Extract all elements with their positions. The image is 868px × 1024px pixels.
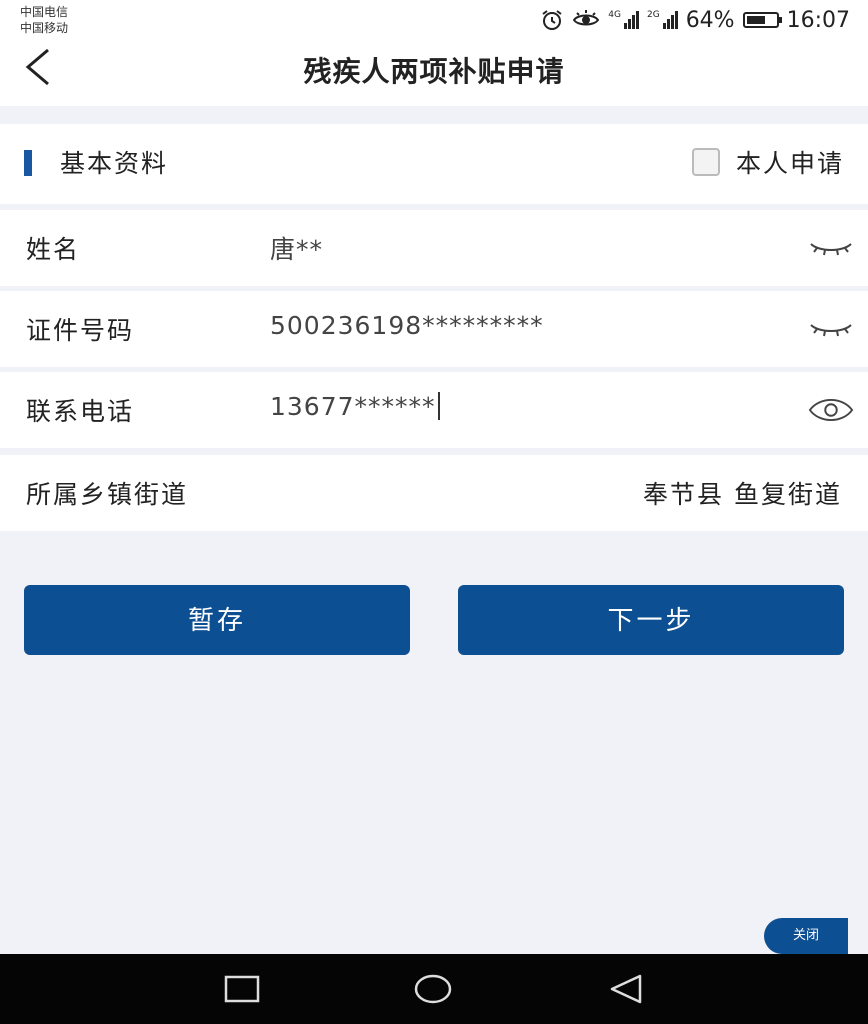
checkbox-icon[interactable] bbox=[691, 148, 720, 176]
id-number-visibility-toggle[interactable] bbox=[808, 309, 854, 349]
signal-2-tag: 2G bbox=[646, 10, 660, 20]
phone-label: 联系电话 bbox=[26, 397, 135, 426]
text-cursor bbox=[437, 392, 440, 420]
id-number-label: 证件号码 bbox=[26, 316, 135, 345]
form-row-name: 姓名 唐** bbox=[0, 210, 868, 286]
eye-closed-icon bbox=[810, 243, 852, 256]
form-row-id-number: 证件号码 500236198********* bbox=[0, 291, 868, 367]
recent-apps-icon bbox=[224, 975, 260, 1003]
form-row-township[interactable]: 所属乡镇街道 奉节县 鱼复街道 bbox=[0, 455, 868, 531]
battery-icon bbox=[742, 12, 782, 28]
recent-apps-button[interactable] bbox=[222, 971, 262, 1007]
home-button[interactable] bbox=[413, 971, 453, 1007]
carrier-1: 中国电信 bbox=[20, 5, 69, 19]
alarm-icon bbox=[540, 8, 564, 32]
eye-open-icon bbox=[808, 398, 854, 422]
township-select[interactable]: 奉节县 鱼复街道 bbox=[643, 475, 842, 511]
home-icon bbox=[414, 974, 452, 1004]
form-row-phone: 联系电话 13677****** bbox=[0, 372, 868, 448]
system-back-button[interactable] bbox=[606, 971, 646, 1007]
back-triangle-icon bbox=[610, 974, 642, 1004]
phone-visibility-toggle[interactable] bbox=[808, 390, 854, 430]
page-title: 残疾人两项补贴申请 bbox=[303, 55, 565, 88]
name-label: 姓名 bbox=[26, 235, 81, 264]
self-apply-checkbox[interactable]: 本人申请 bbox=[691, 142, 844, 182]
phone-field[interactable]: 13677****** bbox=[270, 392, 440, 421]
nav-header: 残疾人两项补贴申请 bbox=[0, 40, 868, 106]
carrier-info: 中国电信 中国移动 bbox=[20, 4, 68, 36]
status-icons: 4G 2G 64% 16:07 bbox=[540, 6, 850, 34]
save-draft-button[interactable]: 暂存 bbox=[24, 585, 410, 655]
township-label: 所属乡镇街道 bbox=[26, 480, 189, 509]
clock: 16:07 bbox=[786, 7, 850, 33]
section-title: 基本资料 bbox=[60, 149, 169, 178]
signal-icon: 4G bbox=[608, 11, 639, 29]
name-visibility-toggle[interactable] bbox=[808, 228, 854, 268]
self-apply-label: 本人申请 bbox=[735, 149, 844, 178]
signal-1-tag: 4G bbox=[608, 10, 621, 20]
phone-value: 13677****** bbox=[270, 392, 436, 421]
signal-icon-2: 2G bbox=[647, 11, 678, 29]
android-nav-bar bbox=[0, 954, 868, 1024]
close-button[interactable]: 关闭 bbox=[764, 918, 848, 954]
name-field[interactable]: 唐** bbox=[270, 230, 323, 266]
battery-percent: 64% bbox=[685, 7, 735, 33]
status-bar: 中国电信 中国移动 4G 2G 64% 16:07 bbox=[0, 0, 868, 40]
section-accent-bar bbox=[24, 150, 32, 176]
eye-closed-icon bbox=[810, 324, 852, 337]
screen: 中国电信 中国移动 4G 2G 64% 16:07 残疾人两项补贴申请 基本资料… bbox=[0, 0, 868, 1024]
carrier-2: 中国移动 bbox=[20, 21, 69, 35]
section-basic-info: 基本资料 本人申请 bbox=[0, 124, 868, 204]
id-number-field[interactable]: 500236198********* bbox=[270, 311, 544, 340]
eye-comfort-icon bbox=[572, 10, 600, 30]
next-step-button[interactable]: 下一步 bbox=[458, 585, 844, 655]
